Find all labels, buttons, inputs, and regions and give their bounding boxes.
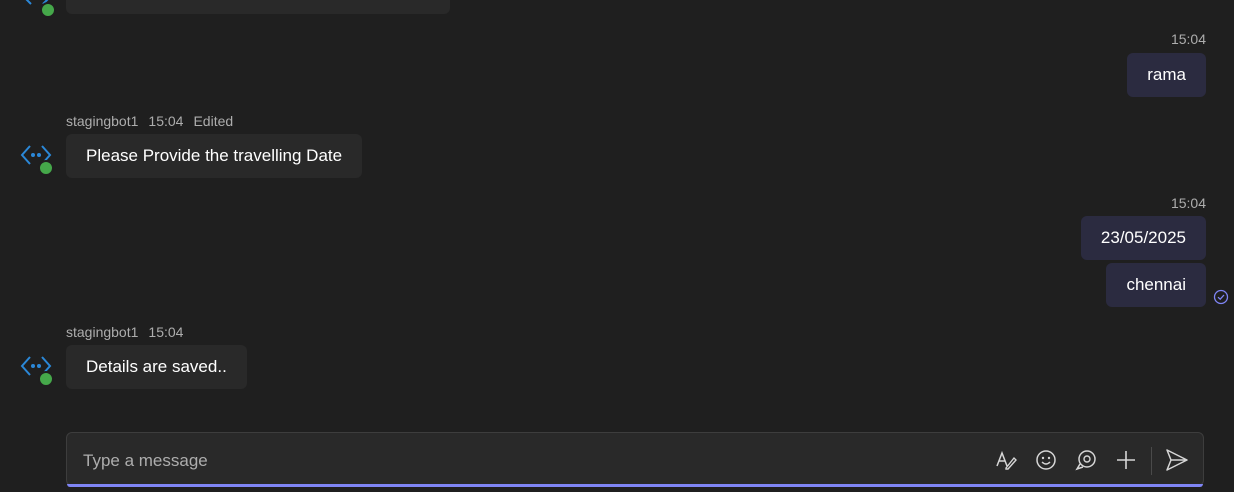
status-available-icon bbox=[38, 371, 54, 387]
emoji-button[interactable] bbox=[1033, 447, 1059, 473]
send-icon bbox=[1166, 449, 1188, 471]
plus-icon bbox=[1117, 451, 1135, 469]
outgoing-message[interactable]: 23/05/2025 bbox=[1080, 216, 1206, 260]
read-receipt-icon bbox=[1213, 289, 1229, 305]
outgoing-message[interactable]: chennai bbox=[1106, 263, 1206, 307]
format-icon bbox=[996, 450, 1017, 470]
status-available-icon bbox=[40, 2, 56, 18]
incoming-message[interactable]: Details are saved.. bbox=[66, 345, 247, 389]
sender-name: stagingbot1 bbox=[66, 324, 139, 340]
incoming-message[interactable]: Please Provide the travelling Date bbox=[66, 134, 363, 178]
message-meta: stagingbot1 15:04 Edited bbox=[66, 113, 243, 129]
message-bubble-truncated bbox=[66, 0, 450, 14]
format-button[interactable] bbox=[993, 447, 1019, 473]
loop-icon bbox=[1075, 450, 1096, 471]
bot-avatar bbox=[22, 0, 56, 18]
send-button[interactable] bbox=[1164, 447, 1190, 473]
bot-avatar[interactable] bbox=[20, 140, 54, 176]
attach-button[interactable] bbox=[1113, 447, 1139, 473]
message-meta: stagingbot1 15:04 bbox=[66, 324, 193, 340]
loop-button[interactable] bbox=[1073, 447, 1099, 473]
outgoing-message[interactable]: rama bbox=[1127, 53, 1206, 97]
sender-name: stagingbot1 bbox=[66, 113, 139, 129]
message-time: 15:04 bbox=[1170, 31, 1206, 47]
status-available-icon bbox=[38, 160, 54, 176]
message-time: 15:04 bbox=[148, 324, 184, 340]
message-input[interactable] bbox=[81, 443, 965, 479]
bot-avatar[interactable] bbox=[20, 351, 54, 387]
toolbar-divider bbox=[1151, 447, 1152, 475]
chat-pane: 15:04 rama stagingbot1 15:04 Edited Please… bbox=[0, 0, 1234, 492]
emoji-icon bbox=[1036, 450, 1056, 470]
edited-label: Edited bbox=[193, 113, 234, 129]
message-time: 15:04 bbox=[148, 113, 184, 129]
message-composer bbox=[66, 432, 1204, 487]
message-time: 15:04 bbox=[1170, 195, 1206, 211]
